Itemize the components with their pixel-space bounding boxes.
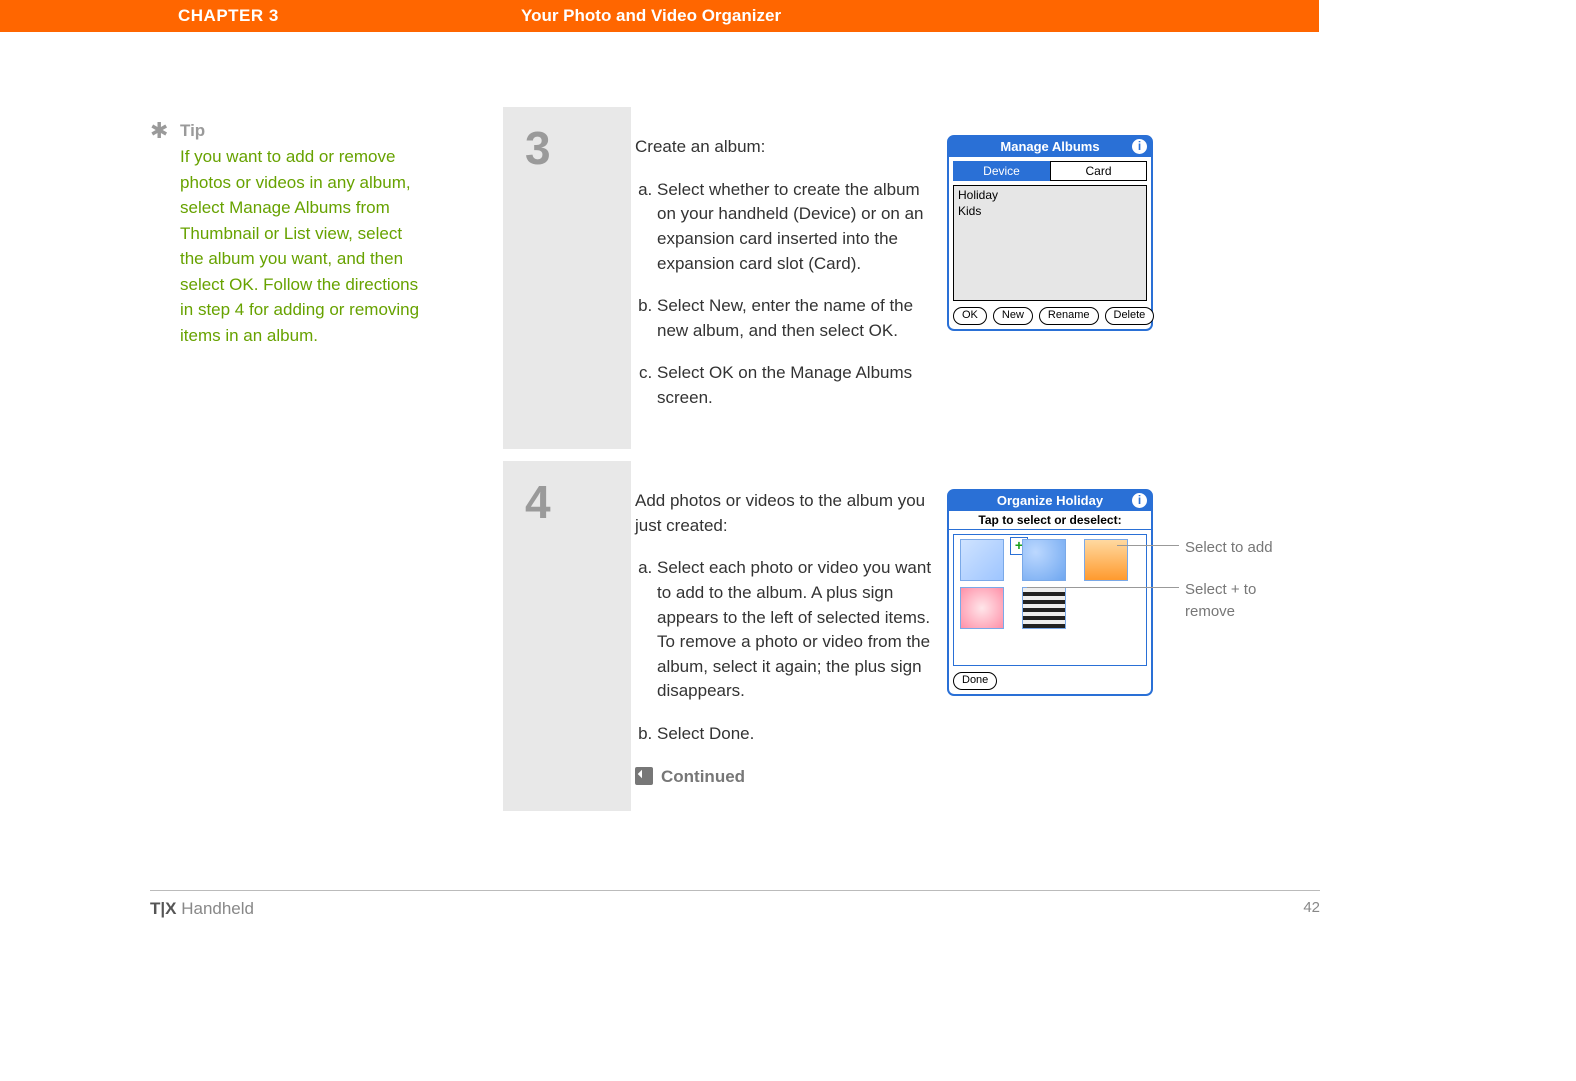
info-icon[interactable]: i (1132, 493, 1147, 508)
done-button[interactable]: Done (953, 672, 997, 690)
rename-button[interactable]: Rename (1039, 307, 1099, 325)
new-button[interactable]: New (993, 307, 1033, 325)
continued-label: Continued (661, 767, 745, 786)
asterisk-icon: ✱ (150, 118, 168, 144)
chapter-header: CHAPTER 3 Your Photo and Video Organizer (0, 0, 1319, 32)
callout-select-to-remove: Select + to remove (1185, 579, 1285, 623)
step4-b: Select Done. (657, 722, 935, 747)
step3-lead: Create an album: (635, 135, 935, 160)
step3-a: Select whether to create the album on yo… (657, 178, 935, 277)
palm-manage-albums: Manage Albums i Device Card Holiday Kids (947, 135, 1153, 331)
step-3: 3 Create an album: Select whether to cre… (503, 107, 1303, 449)
tip-label: Tip (180, 121, 205, 141)
tip-body: If you want to add or remove photos or v… (180, 144, 430, 348)
step-number: 3 (525, 125, 631, 171)
delete-button[interactable]: Delete (1105, 307, 1155, 325)
step3-b: Select New, enter the name of the new al… (657, 294, 935, 343)
chapter-label: CHAPTER 3 (178, 6, 279, 26)
tab-device[interactable]: Device (953, 161, 1050, 181)
thumbnail[interactable] (1022, 587, 1066, 629)
palm-title: Manage Albums (1000, 139, 1099, 154)
page-footer: T|X Handheld 42 (150, 890, 1320, 919)
chapter-title: Your Photo and Video Organizer (521, 6, 781, 26)
thumbnail-grid: + (953, 534, 1147, 666)
continued-row: Continued (635, 765, 935, 790)
ok-button[interactable]: OK (953, 307, 987, 325)
palm-title: Organize Holiday (997, 493, 1103, 508)
callout-line (1027, 587, 1179, 588)
callout-line (1117, 545, 1179, 546)
thumbnail[interactable] (960, 539, 1004, 581)
info-icon[interactable]: i (1132, 139, 1147, 154)
product-name: T|X Handheld (150, 899, 254, 918)
palm-organize-holiday: Organize Holiday i Tap to select or desel… (947, 489, 1153, 696)
callout-select-to-add: Select to add (1185, 537, 1273, 559)
continued-arrow-icon (635, 767, 653, 785)
step3-c: Select OK on the Manage Albums screen. (657, 361, 935, 410)
album-item-holiday[interactable]: Holiday (958, 188, 1142, 204)
step-number: 4 (525, 479, 631, 525)
thumbnail[interactable] (1022, 539, 1066, 581)
thumbnail[interactable] (960, 587, 1004, 629)
album-item-kids[interactable]: Kids (958, 204, 1142, 220)
palm-subtitle: Tap to select or deselect: (949, 511, 1151, 530)
step-4: 4 Add photos or videos to the album you … (503, 461, 1303, 811)
tab-card[interactable]: Card (1050, 161, 1147, 181)
album-list[interactable]: Holiday Kids (953, 185, 1147, 301)
page-number: 42 (1303, 899, 1320, 916)
step4-lead: Add photos or videos to the album you ju… (635, 489, 935, 538)
step4-a: Select each photo or video you want to a… (657, 556, 935, 704)
